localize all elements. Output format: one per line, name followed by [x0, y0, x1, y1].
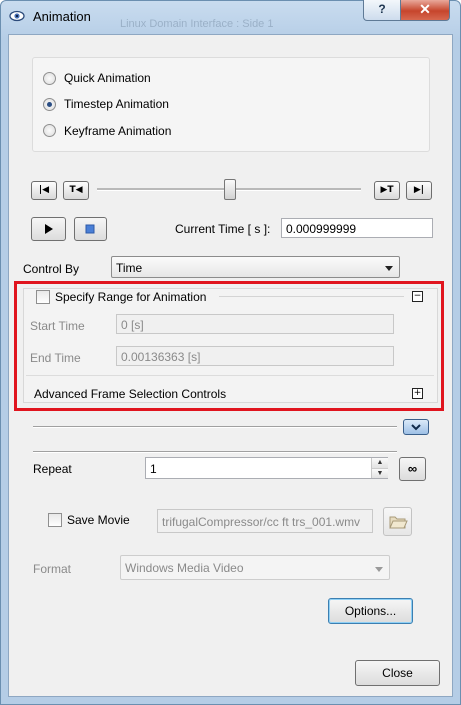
chevron-down-icon [411, 424, 421, 431]
chevron-down-icon [385, 266, 393, 271]
divider [26, 375, 434, 376]
eye-app-icon [9, 10, 25, 22]
radio-label-timestep-animation[interactable]: Timestep Animation [64, 97, 169, 111]
background-window-text: Linux Domain Interface : Side 1 [120, 18, 274, 30]
window-title: Animation [33, 9, 91, 24]
radio-button[interactable] [43, 124, 56, 137]
step-back-button[interactable]: T◀ [63, 181, 89, 200]
folder-open-icon [389, 516, 408, 529]
save-movie-label[interactable]: Save Movie [67, 513, 130, 527]
spin-down-icon[interactable]: ▼ [372, 469, 388, 478]
chevron-down-icon [375, 567, 383, 572]
specify-range-checkbox[interactable] [36, 290, 50, 304]
radio-button[interactable] [43, 72, 56, 85]
expand-more-button[interactable] [403, 419, 429, 435]
control-by-label: Control By [23, 262, 80, 276]
format-label: Format [33, 562, 72, 576]
end-time-label: End Time [30, 351, 81, 365]
help-button[interactable]: ? [363, 0, 401, 21]
last-frame-button[interactable]: ▶| [406, 181, 432, 200]
control-by-dropdown[interactable]: Time [111, 256, 400, 278]
first-frame-button[interactable]: |◀ [31, 181, 57, 200]
repeat-input[interactable]: 1 [145, 457, 388, 479]
radio-timestep-animation[interactable] [43, 98, 56, 111]
specify-range-label[interactable]: Specify Range for Animation [55, 290, 206, 304]
repeat-separator [33, 451, 397, 453]
range-header-rule [219, 296, 404, 297]
start-time-label: Start Time [30, 319, 85, 333]
radio-button-selected[interactable] [43, 98, 56, 111]
format-value: Windows Media Video [125, 561, 244, 575]
current-time-input[interactable]: 0.000999999 [281, 218, 433, 238]
infinity-icon: ∞ [407, 461, 418, 476]
format-dropdown[interactable]: Windows Media Video [120, 555, 390, 580]
title-bar[interactable]: Animation Linux Domain Interface : Side … [0, 0, 461, 32]
section-separator [33, 426, 397, 428]
radio-label-keyframe-animation[interactable]: Keyframe Animation [64, 124, 171, 138]
radio-quick-animation[interactable] [43, 72, 56, 85]
movie-path-input[interactable]: trifugalCompressor/cc ft trs_001.wmv [157, 509, 373, 533]
browse-folder-button[interactable] [383, 507, 412, 536]
loop-button[interactable]: ∞ [399, 457, 426, 481]
play-icon [45, 224, 53, 234]
radio-keyframe-animation[interactable] [43, 124, 56, 137]
stop-button[interactable] [74, 217, 107, 241]
spin-up-icon[interactable]: ▲ [372, 458, 388, 469]
expand-icon[interactable]: + [412, 388, 423, 399]
start-time-input[interactable]: 0 [s] [116, 314, 394, 334]
save-movie-checkbox[interactable] [48, 513, 62, 527]
collapse-icon[interactable]: − [412, 291, 423, 302]
advanced-frame-selection-label[interactable]: Advanced Frame Selection Controls [34, 387, 226, 401]
play-button[interactable] [31, 217, 66, 241]
time-slider-thumb[interactable] [224, 179, 236, 200]
close-button[interactable]: Close [355, 660, 440, 686]
step-forward-button[interactable]: ▶T [374, 181, 400, 200]
end-time-input[interactable]: 0.00136363 [s] [116, 346, 394, 366]
control-by-value: Time [116, 261, 143, 275]
radio-label-quick-animation[interactable]: Quick Animation [64, 71, 151, 85]
current-time-label: Current Time [ s ]: [175, 222, 271, 236]
options-button[interactable]: Options... [328, 598, 413, 624]
close-window-button[interactable]: ✕ [400, 0, 450, 21]
repeat-spinner[interactable]: ▲ ▼ [371, 458, 388, 478]
repeat-label: Repeat [33, 462, 72, 476]
stop-icon [85, 224, 95, 234]
